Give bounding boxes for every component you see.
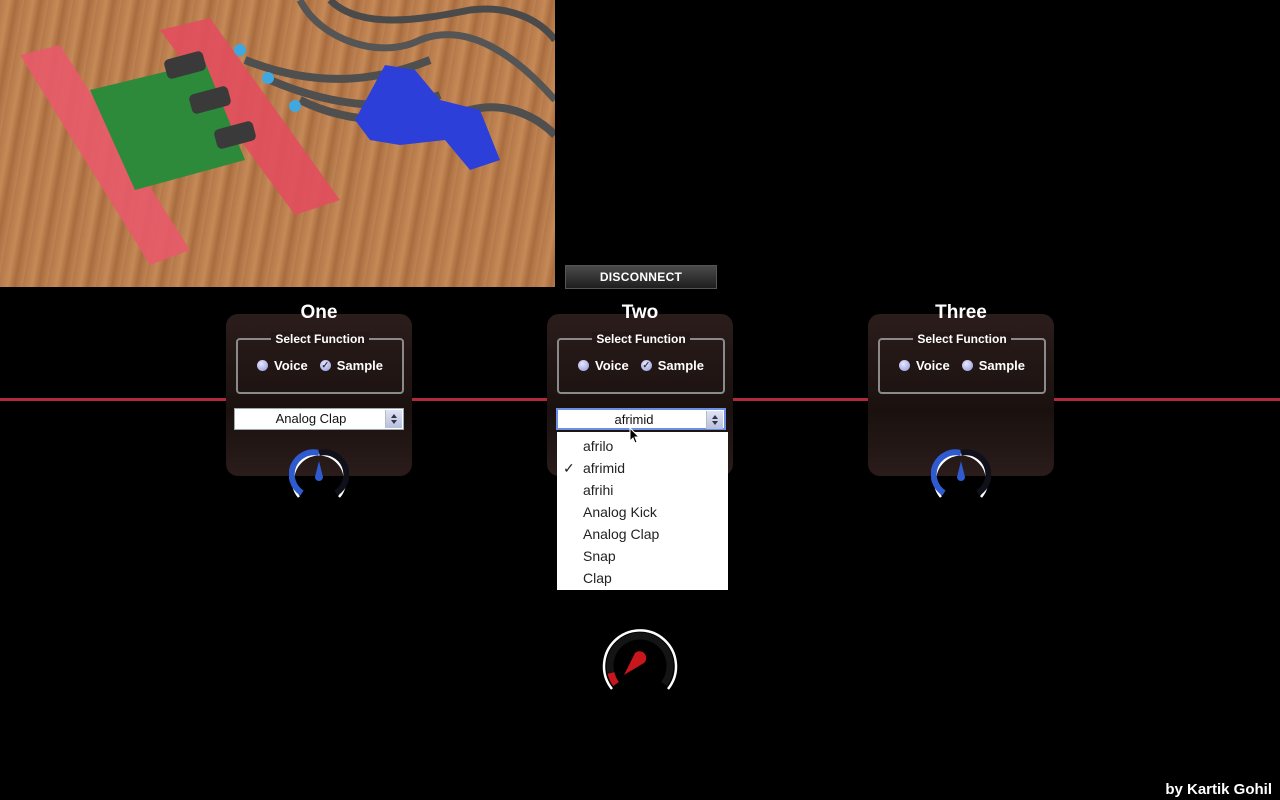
- voice-radio[interactable]: Voice: [578, 358, 629, 373]
- sample-radio[interactable]: ✓ Sample: [640, 358, 704, 373]
- sound-select[interactable]: Analog Clap: [234, 408, 404, 430]
- select-function-label: Select Function: [271, 332, 369, 346]
- author-credit: by Kartik Gohil: [1165, 781, 1272, 798]
- voice-label: Voice: [916, 358, 950, 373]
- select-function-group: Select Function Voice Sample: [878, 332, 1046, 394]
- dropdown-option[interactable]: Clap: [557, 567, 728, 589]
- sample-label: Sample: [336, 358, 383, 373]
- dropdown-option[interactable]: afrilo: [557, 435, 728, 457]
- sound-dropdown-list: afrilo ✓ afrimid afrihi Analog Kick Analo…: [557, 432, 728, 590]
- sound-select-value: Analog Clap: [275, 411, 347, 426]
- select-function-label: Select Function: [913, 332, 1011, 346]
- voice-label: Voice: [274, 358, 308, 373]
- disconnect-button[interactable]: DISCONNECT: [565, 265, 717, 289]
- master-volume-knob[interactable]: [600, 621, 680, 697]
- sound-select[interactable]: afrimid: [556, 408, 726, 430]
- select-function-group: Select Function Voice ✓ Sample: [236, 332, 404, 394]
- sample-label: Sample: [978, 358, 1025, 373]
- radio-dot[interactable]: [961, 360, 973, 371]
- radio-dot-checked[interactable]: ✓: [319, 360, 331, 371]
- mouse-cursor-icon: [629, 427, 641, 444]
- volume-knob[interactable]: [931, 445, 991, 505]
- radio-dot-checked[interactable]: ✓: [640, 360, 652, 371]
- select-arrows-icon[interactable]: [706, 411, 723, 429]
- select-function-group: Select Function Voice ✓ Sample: [557, 332, 725, 394]
- video-frame-image: [20, 0, 555, 265]
- voice-radio[interactable]: Voice: [899, 358, 950, 373]
- sample-radio[interactable]: ✓ Sample: [319, 358, 383, 373]
- radio-dot[interactable]: [578, 360, 590, 371]
- dropdown-option[interactable]: Analog Kick: [557, 501, 728, 523]
- dropdown-option[interactable]: Snap: [557, 545, 728, 567]
- select-arrows-icon[interactable]: [385, 410, 402, 428]
- dropdown-option-selected[interactable]: ✓ afrimid: [557, 457, 728, 479]
- voice-radio[interactable]: Voice: [257, 358, 308, 373]
- select-function-label: Select Function: [592, 332, 690, 346]
- channel-title: Three: [935, 302, 987, 323]
- voice-label: Voice: [595, 358, 629, 373]
- checkmark-icon: ✓: [563, 460, 575, 476]
- channel-title: Two: [621, 302, 659, 323]
- volume-knob[interactable]: [289, 445, 349, 505]
- radio-dot[interactable]: [257, 360, 269, 371]
- radio-dot[interactable]: [899, 360, 911, 371]
- dropdown-option[interactable]: Analog Clap: [557, 523, 728, 545]
- channel-title: One: [300, 302, 338, 323]
- sample-label: Sample: [657, 358, 704, 373]
- video-feed: [0, 0, 555, 287]
- dropdown-option[interactable]: afrihi: [557, 479, 728, 501]
- sample-radio[interactable]: Sample: [961, 358, 1025, 373]
